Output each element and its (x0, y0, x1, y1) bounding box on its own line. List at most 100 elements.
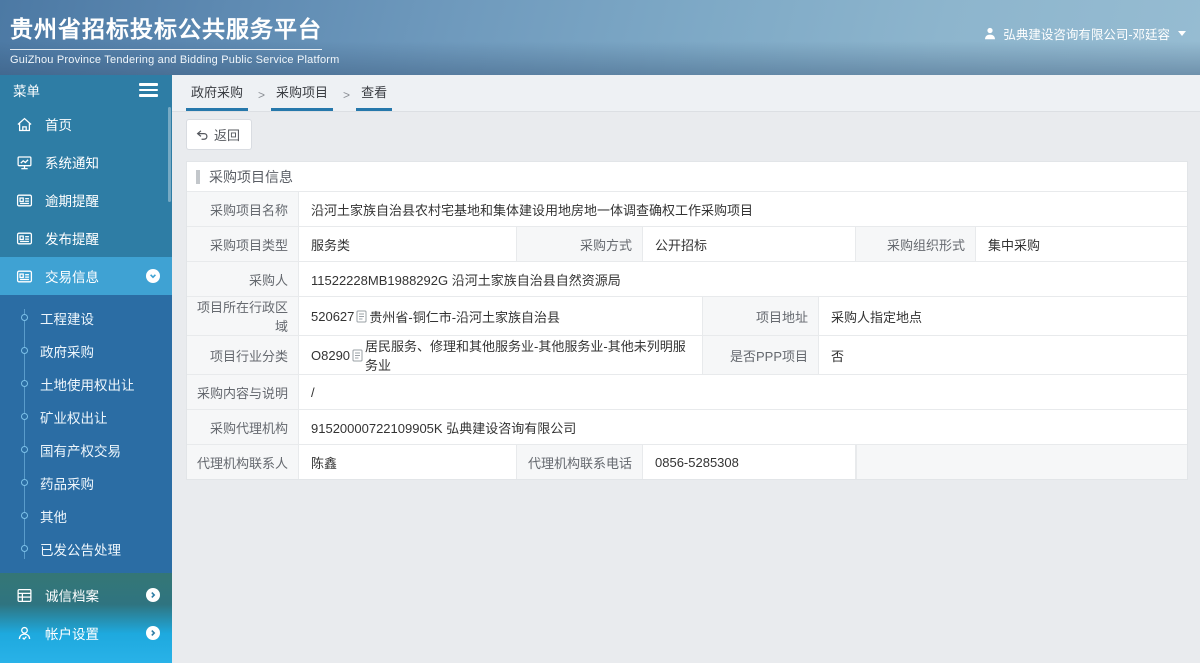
breadcrumb-item-gov-procurement[interactable]: 政府采购 (186, 82, 249, 111)
menu-title: 菜单 (13, 84, 40, 99)
sidebar-subitem-land-use[interactable]: 土地使用权出让 (0, 367, 172, 400)
value-content: / (299, 375, 1187, 409)
sidebar-item-label: 帐户设置 (45, 627, 99, 642)
sidebar-item-integrity-archive[interactable]: 诚信档案 (0, 576, 172, 614)
industry-code: O8290 (311, 347, 351, 363)
section-marker (196, 169, 200, 184)
breadcrumb: 政府采购 > 采购项目 > 查看 (172, 75, 1200, 112)
breadcrumb-separator: > (343, 88, 351, 102)
document-icon (356, 310, 367, 323)
project-info-table: 采购项目名称 沿河土家族自治县农村宅基地和集体建设用地房地一体调查确权工作采购项… (187, 192, 1187, 479)
bullet-icon (20, 545, 28, 552)
sidebar-subitem-state-property[interactable]: 国有产权交易 (0, 433, 172, 466)
sidebar-subitem-other[interactable]: 其他 (0, 499, 172, 532)
sidebar-item-label: 诚信档案 (45, 589, 99, 604)
sidebar-nav-bottom: 诚信档案 帐户设置 (0, 573, 172, 663)
sidebar-menu-header: 菜单 (0, 75, 172, 105)
sidebar-nav: 首页 系统通知 逾期提醒 发布提醒 交易信息 (0, 105, 172, 295)
brand: 贵州省招标投标公共服务平台 GuiZhou Province Tendering… (10, 10, 340, 66)
value-region: 520627 贵州省-铜仁市-沿河土家族自治县 (299, 297, 703, 335)
value-org-form: 集中采购 (976, 227, 1187, 261)
label-address: 项目地址 (703, 297, 819, 335)
site-title: 贵州省招标投标公共服务平台 (10, 10, 322, 50)
sidebar-subitem-mining-rights[interactable]: 矿业权出让 (0, 400, 172, 433)
sidebar-item-label: 交易信息 (45, 270, 99, 285)
label-project-type: 采购项目类型 (187, 227, 299, 261)
sidebar-item-account-settings[interactable]: 帐户设置 (0, 614, 172, 652)
sidebar-item-label: 逾期提醒 (45, 194, 99, 209)
sidebar-item-home[interactable]: 首页 (0, 105, 172, 143)
sidebar-item-publish-reminder[interactable]: 发布提醒 (0, 219, 172, 257)
sidebar: 菜单 首页 系统通知 逾期提醒 发布提醒 交易信息 工程建设 政府采购 土地使用… (0, 75, 172, 663)
breadcrumb-item-view[interactable]: 查看 (356, 82, 393, 111)
bullet-icon (20, 512, 28, 519)
home-icon (16, 116, 33, 133)
chevron-down-icon (1178, 31, 1186, 36)
value-project-type: 服务类 (299, 227, 517, 261)
table-row: 采购人 11522228MB1988292G 沿河土家族自治县自然资源局 (187, 261, 1187, 296)
sidebar-subitem-drug-procurement[interactable]: 药品采购 (0, 466, 172, 499)
card-list-icon (16, 192, 33, 209)
breadcrumb-item-procurement-project[interactable]: 采购项目 (271, 82, 334, 111)
bullet-icon (20, 314, 28, 321)
sidebar-item-overdue-reminder[interactable]: 逾期提醒 (0, 181, 172, 219)
monitor-icon (16, 154, 33, 171)
industry-text: 居民服务、修理和其他服务业-其他服务业-其他未列明服务业 (365, 339, 686, 373)
subitem-label: 药品采购 (40, 476, 94, 492)
label-org-form: 采购组织形式 (856, 227, 976, 261)
sidebar-scrollbar[interactable] (168, 107, 171, 202)
region-text: 贵州省-铜仁市-沿河土家族自治县 (369, 309, 561, 325)
user-icon (983, 26, 997, 41)
table-row: 采购项目名称 沿河土家族自治县农村宅基地和集体建设用地房地一体调查确权工作采购项… (187, 192, 1187, 226)
subitem-label: 矿业权出让 (40, 410, 108, 426)
sidebar-item-system-notice[interactable]: 系统通知 (0, 143, 172, 181)
table-row: 项目行业分类 O8290 居民服务、修理和其他服务业-其他服务业-其他未列明服务… (187, 335, 1187, 374)
empty-cell (856, 445, 1187, 479)
table-row: 采购内容与说明 / (187, 374, 1187, 409)
panel-title-bar: 采购项目信息 (187, 162, 1187, 192)
value-is-ppp: 否 (819, 336, 1187, 374)
table-row: 项目所在行政区域 520627 贵州省-铜仁市-沿河土家族自治县 项目地址 采购… (187, 296, 1187, 335)
subitem-label: 其他 (40, 509, 67, 525)
value-agency: 91520000722109905K 弘典建设咨询有限公司 (299, 410, 1187, 444)
value-agency-phone: 0856-5285308 (643, 445, 856, 479)
bullet-icon (20, 380, 28, 387)
label-purchaser: 采购人 (187, 262, 299, 296)
sidebar-subitem-gov-procurement[interactable]: 政府采购 (0, 334, 172, 367)
account-user-icon (16, 625, 33, 642)
label-project-name: 采购项目名称 (187, 192, 299, 226)
card-list-icon (16, 230, 33, 247)
table-row: 采购代理机构 91520000722109905K 弘典建设咨询有限公司 (187, 409, 1187, 444)
label-is-ppp: 是否PPP项目 (703, 336, 819, 374)
value-purchaser: 11522228MB1988292G 沿河土家族自治县自然资源局 (299, 262, 1187, 296)
sidebar-subitem-published-announcements[interactable]: 已发公告处理 (0, 532, 172, 565)
document-icon (352, 349, 363, 362)
value-address: 采购人指定地点 (819, 297, 1187, 335)
sidebar-item-help-center[interactable]: 帮助中心 (0, 652, 172, 663)
back-button[interactable]: 返回 (186, 119, 253, 150)
top-header: 贵州省招标投标公共服务平台 GuiZhou Province Tendering… (0, 0, 1200, 75)
label-content: 采购内容与说明 (187, 375, 299, 409)
hamburger-icon[interactable] (139, 83, 158, 97)
table-row: 采购项目类型 服务类 采购方式 公开招标 采购组织形式 集中采购 (187, 226, 1187, 261)
user-name: 弘典建设咨询有限公司-邓廷容 (1003, 28, 1170, 42)
chevron-right-circle-icon (146, 626, 160, 640)
sidebar-item-transaction-info[interactable]: 交易信息 (0, 257, 172, 295)
label-industry: 项目行业分类 (187, 336, 299, 374)
back-label: 返回 (214, 128, 241, 143)
sidebar-subitem-engineering[interactable]: 工程建设 (0, 301, 172, 334)
toolbar: 返回 (172, 112, 1200, 161)
back-icon (195, 128, 209, 142)
label-agency: 采购代理机构 (187, 410, 299, 444)
value-project-name: 沿河土家族自治县农村宅基地和集体建设用地房地一体调查确权工作采购项目 (299, 192, 1187, 226)
bullet-icon (20, 446, 28, 453)
table-row: 代理机构联系人 陈鑫 代理机构联系电话 0856-5285308 (187, 444, 1187, 479)
sidebar-item-label: 发布提醒 (45, 232, 99, 247)
user-menu[interactable]: 弘典建设咨询有限公司-邓廷容 (983, 24, 1186, 43)
subitem-label: 工程建设 (40, 311, 94, 327)
app: 贵州省招标投标公共服务平台 GuiZhou Province Tendering… (0, 0, 1200, 663)
value-agency-contact: 陈鑫 (299, 445, 517, 479)
subitem-label: 已发公告处理 (40, 542, 121, 558)
sidebar-item-label: 首页 (45, 118, 72, 133)
sidebar-item-label: 系统通知 (45, 156, 99, 171)
